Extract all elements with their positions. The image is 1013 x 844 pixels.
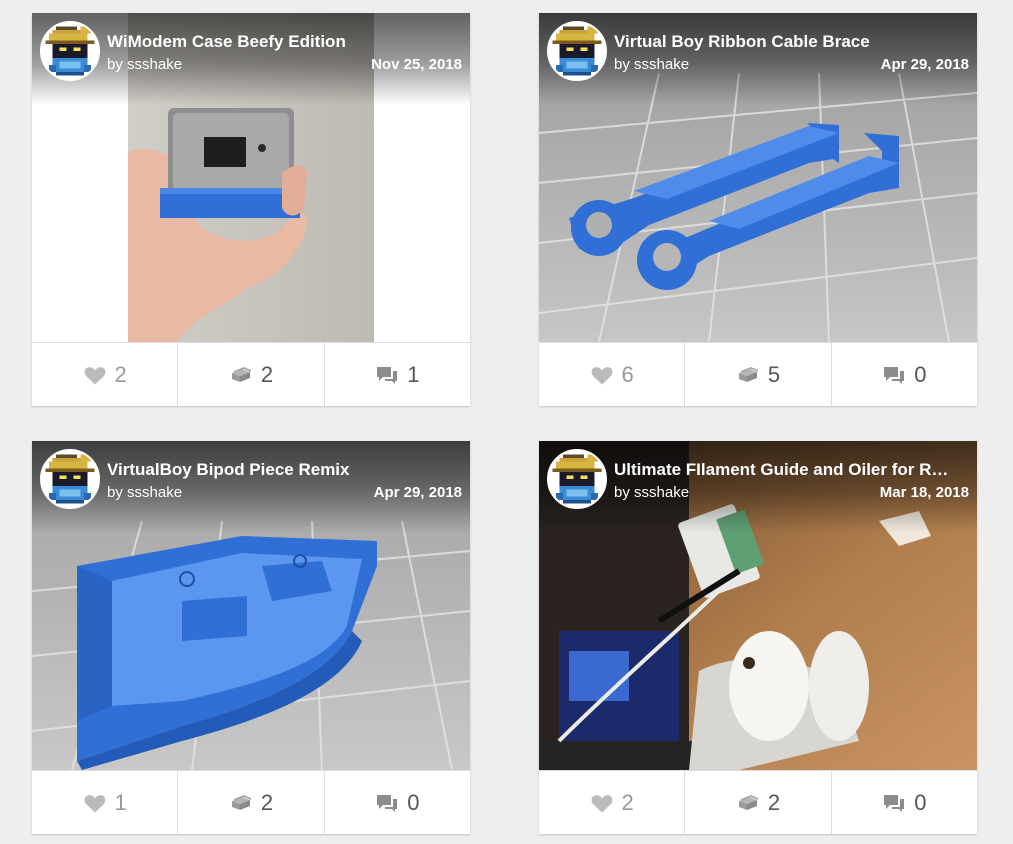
thing-title[interactable]: Ultimate FIlament Guide and Oiler for R…	[614, 460, 969, 480]
creator-byline[interactable]: by ssshake	[107, 56, 182, 73]
card-stats: 6 5 0	[539, 342, 977, 406]
user-avatar[interactable]	[547, 21, 607, 81]
card-stats: 2 2 1	[32, 342, 470, 406]
thing-card: VirtualBoy Bipod Piece Remix by ssshake …	[32, 441, 470, 834]
layers-icon	[736, 364, 760, 386]
like-count: 2	[114, 361, 127, 387]
comment-button[interactable]: 0	[832, 343, 977, 406]
like-button[interactable]: 2	[539, 771, 686, 834]
thing-card: Virtual Boy Ribbon Cable Brace by ssshak…	[539, 13, 977, 406]
like-count: 6	[621, 361, 634, 387]
collect-button[interactable]: 2	[178, 343, 325, 406]
collect-button[interactable]: 2	[685, 771, 832, 834]
speech-bubble-icon	[375, 364, 399, 386]
collect-button[interactable]: 2	[178, 771, 325, 834]
like-count: 2	[621, 789, 634, 815]
speech-bubble-icon	[882, 364, 906, 386]
collect-count: 2	[260, 361, 274, 387]
comment-count: 0	[914, 361, 927, 387]
layers-icon	[229, 364, 253, 386]
creator-byline[interactable]: by ssshake	[107, 484, 182, 501]
collect-count: 2	[260, 789, 274, 815]
layers-icon	[229, 792, 253, 814]
thing-card: WiModem Case Beefy Edition by ssshake No…	[32, 13, 470, 406]
heart-icon	[83, 364, 107, 386]
collect-count: 2	[767, 789, 781, 815]
card-stats: 1 2 0	[32, 770, 470, 834]
thing-title[interactable]: Virtual Boy Ribbon Cable Brace	[614, 32, 969, 52]
collect-button[interactable]: 5	[685, 343, 832, 406]
heart-icon	[590, 364, 614, 386]
user-avatar[interactable]	[40, 21, 100, 81]
like-button[interactable]: 2	[32, 343, 179, 406]
like-count: 1	[114, 789, 127, 815]
speech-bubble-icon	[882, 792, 906, 814]
creator-byline[interactable]: by ssshake	[614, 56, 689, 73]
heart-icon	[590, 792, 614, 814]
thing-title[interactable]: VirtualBoy Bipod Piece Remix	[107, 460, 462, 480]
comment-button[interactable]: 0	[832, 771, 977, 834]
card-stats: 2 2 0	[539, 770, 977, 834]
thing-title[interactable]: WiModem Case Beefy Edition	[107, 32, 462, 52]
like-button[interactable]: 1	[32, 771, 179, 834]
thing-card: Ultimate FIlament Guide and Oiler for R……	[539, 441, 977, 834]
comment-button[interactable]: 1	[325, 343, 470, 406]
user-avatar[interactable]	[40, 449, 100, 509]
user-avatar[interactable]	[547, 449, 607, 509]
comment-count: 0	[914, 789, 927, 815]
heart-icon	[83, 792, 107, 814]
comment-count: 0	[407, 789, 420, 815]
comment-button[interactable]: 0	[325, 771, 470, 834]
like-button[interactable]: 6	[539, 343, 686, 406]
layers-icon	[736, 792, 760, 814]
creator-byline[interactable]: by ssshake	[614, 484, 689, 501]
speech-bubble-icon	[375, 792, 399, 814]
comment-count: 1	[407, 361, 420, 387]
collect-count: 5	[767, 361, 781, 387]
